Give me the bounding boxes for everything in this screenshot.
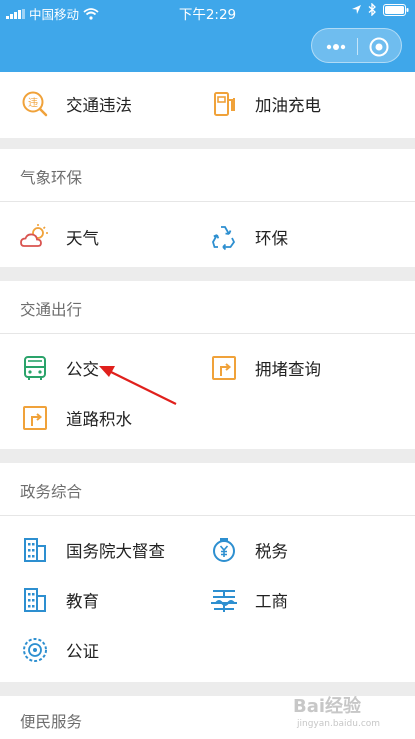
item-label: 环保: [255, 229, 288, 248]
more-icon[interactable]: [320, 37, 352, 57]
item-label: 加油充电: [255, 96, 321, 115]
battery-icon: [383, 3, 409, 16]
divider: [0, 515, 415, 516]
svg-text:违: 违: [28, 97, 38, 109]
item-label: 税务: [255, 542, 288, 561]
divider: [0, 333, 415, 334]
section-title: 气象环保: [20, 169, 83, 187]
school-building-icon: [24, 588, 46, 612]
svg-text:Bai经验: Bai经验: [293, 695, 362, 717]
divider: [0, 201, 415, 202]
item-label: 工商: [255, 592, 288, 611]
item-label: 国务院大督查: [66, 542, 165, 561]
item-label: 公证: [66, 642, 99, 661]
svg-text:jingyan.baidu.com: jingyan.baidu.com: [296, 719, 380, 729]
bluetooth-icon: [368, 3, 376, 16]
item-congestion[interactable]: 拥堵查询: [209, 351, 321, 385]
notary-seal-icon: [23, 638, 47, 662]
item-label: 拥堵查询: [255, 360, 321, 379]
item-label: 教育: [66, 592, 99, 611]
road-sign-icon: [23, 406, 47, 430]
baidu-paw-icon: Bai经验 jingyan.baidu.com: [293, 695, 380, 729]
building-icon: [24, 538, 46, 562]
item-traffic-violation[interactable]: 违 交通违法: [20, 87, 132, 121]
item-label: 交通违法: [66, 96, 132, 115]
section-weather: 气象环保 天气 环保: [0, 149, 415, 267]
section-title: 交通出行: [20, 301, 83, 319]
close-miniprogram-icon[interactable]: [368, 36, 390, 58]
location-icon: [352, 5, 361, 14]
section-gov: 政务综合 国务院大督查 税务 教育 工商 公证: [0, 463, 415, 682]
annotation-arrow: [99, 366, 177, 405]
recycle-icon: [212, 226, 236, 251]
fuel-pump-icon: [214, 92, 235, 116]
commerce-icon: [211, 590, 237, 612]
item-tax[interactable]: 税务: [209, 533, 288, 567]
item-label: 天气: [66, 229, 99, 248]
item-education[interactable]: 教育: [20, 583, 99, 617]
section-title: 政务综合: [20, 483, 83, 501]
weather-icon: [20, 224, 48, 247]
item-notary[interactable]: 公证: [20, 633, 99, 667]
item-state-council[interactable]: 国务院大督查: [20, 533, 165, 567]
status-bar: 中国移动 下午2:29: [0, 0, 415, 24]
section-title: 便民服务: [20, 713, 83, 731]
violation-icon: 违: [22, 91, 48, 117]
header-bar: 中国移动 下午2:29: [0, 0, 415, 72]
item-fuel-charge[interactable]: 加油充电: [209, 87, 321, 121]
tax-coin-icon: [213, 538, 235, 562]
route-sign-icon: [212, 356, 236, 380]
miniprogram-capsule: [311, 28, 402, 63]
top-card: 违 交通违法 加油充电: [0, 72, 415, 138]
section-traffic: 交通出行 公交 拥堵查询 道路积水: [0, 281, 415, 449]
capsule-divider: [357, 38, 358, 55]
baidu-watermark: Bai经验 jingyan.baidu.com: [291, 690, 401, 730]
item-environment[interactable]: 环保: [209, 220, 288, 254]
item-weather[interactable]: 天气: [20, 220, 99, 254]
item-commerce[interactable]: 工商: [209, 583, 288, 617]
bus-icon: [24, 356, 46, 380]
